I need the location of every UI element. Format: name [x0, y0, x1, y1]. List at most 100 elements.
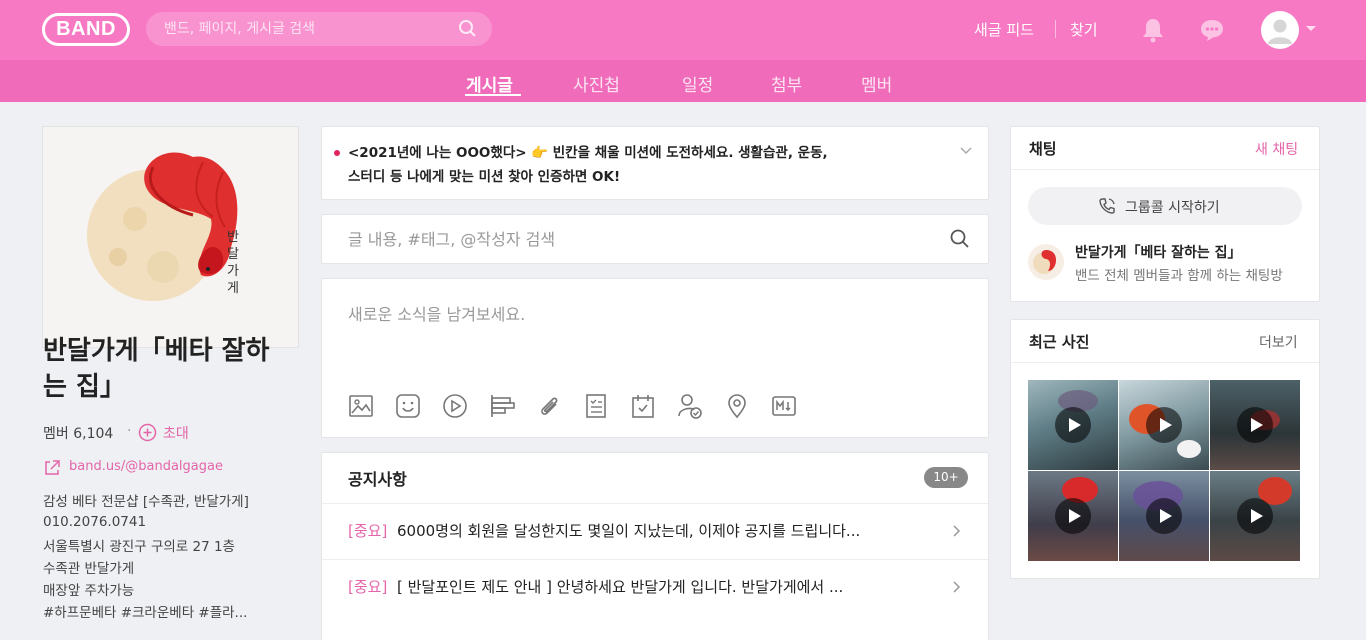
phone-icon: [1099, 198, 1115, 214]
band-title-line: 는 집」: [43, 372, 126, 402]
band-description-line: 010.2076.0741: [43, 514, 147, 530]
calendar-icon[interactable]: [628, 391, 658, 421]
profile-avatar[interactable]: [1261, 11, 1299, 49]
global-search[interactable]: [146, 12, 492, 46]
recent-photos-panel: 최근 사진 더보기: [1010, 319, 1320, 579]
new-feed-link[interactable]: 새글 피드: [974, 19, 1034, 40]
band-description-line: 매장앞 주차가능: [43, 583, 135, 599]
photo-thumbnail[interactable]: [1210, 380, 1300, 470]
photo-thumbnail[interactable]: [1028, 380, 1118, 470]
post-search-box[interactable]: [321, 214, 989, 264]
band-description-line: 서울특별시 광진구 구의로 27 1층: [43, 539, 235, 555]
explore-link[interactable]: 찾기: [1070, 19, 1098, 40]
notice-tag: [중요]: [348, 578, 388, 596]
notice-title: 공지사항: [348, 470, 407, 489]
divider: [1055, 20, 1056, 38]
notice-count-badge[interactable]: 10+: [924, 467, 968, 488]
divider: [1011, 362, 1319, 363]
search-icon[interactable]: [458, 19, 478, 39]
band-logo[interactable]: BAND: [42, 13, 130, 46]
play-icon: [1237, 407, 1273, 443]
betta-fish-illustration: [43, 127, 298, 347]
post-search-input[interactable]: [348, 215, 928, 263]
sticker-icon[interactable]: [393, 391, 423, 421]
play-icon: [1055, 498, 1091, 534]
group-call-button[interactable]: 그룹콜 시작하기: [1028, 187, 1302, 225]
attach-icon[interactable]: [534, 391, 564, 421]
chat-panel-title: 채팅: [1029, 140, 1057, 158]
mission-text-line: <2021년에 나는 OOO했다> 👉 빈칸을 채울 미션에 도전하세요. 생활…: [348, 145, 828, 161]
notice-text: 6000명의 회원을 달성한지도 몇일이 지났는데, 이제야 공지를 드립니다.…: [397, 522, 861, 540]
tab-posts[interactable]: 게시글: [466, 71, 513, 96]
play-icon: [1146, 407, 1182, 443]
global-search-input[interactable]: [164, 12, 444, 46]
notice-card: 공지사항 10+ [중요] 6000명의 회원을 달성한지도 몇일이 지났는데,…: [321, 452, 989, 640]
tab-photos[interactable]: 사진첩: [573, 71, 620, 96]
poll-icon[interactable]: [487, 391, 517, 421]
notice-item[interactable]: [중요] 6000명의 회원을 달성한지도 몇일이 지났는데, 이제야 공지를 …: [322, 503, 988, 559]
chat-room-name[interactable]: 반달가게「베타 잘하는 집」: [1075, 242, 1303, 262]
recent-photos-title: 최근 사진: [1029, 333, 1090, 351]
tab-schedule[interactable]: 일정: [682, 71, 713, 96]
photo-thumbnail[interactable]: [1028, 471, 1118, 561]
member-check-icon[interactable]: [675, 391, 705, 421]
bullet-dot: [334, 150, 340, 156]
cover-caption-char: 게: [227, 281, 239, 296]
cover-caption-char: 가: [227, 264, 239, 279]
tab-bar: 게시글 사진첩 일정 첨부 멤버: [0, 60, 1366, 102]
cover-caption-char: 반: [227, 230, 239, 245]
betta-fish-thumbnail: [1033, 250, 1057, 274]
photo-thumbnail[interactable]: [1119, 471, 1209, 561]
chevron-right-icon: [953, 525, 961, 537]
active-tab-indicator: [465, 94, 521, 96]
cover-caption-char: 달: [227, 247, 239, 262]
member-count[interactable]: 멤버 6,104: [43, 423, 113, 443]
cover-caption: 반 달 가 게: [225, 229, 241, 297]
plus-circle-icon[interactable]: [138, 423, 157, 442]
band-description-line: 수족관 반달가게: [43, 561, 135, 577]
search-icon[interactable]: [950, 229, 970, 249]
notice-item[interactable]: [중요] [ 반달포인트 제도 안내 ] 안녕하세요 반달가게 입니다. 반달가…: [322, 559, 988, 615]
tab-attachments[interactable]: 첨부: [771, 71, 802, 96]
new-chat-button[interactable]: 새 채팅: [1255, 139, 1298, 159]
divider: [1011, 169, 1319, 170]
band-title-line: 반달가게「베타 잘하: [43, 336, 270, 366]
mission-text: <2021년에 나는 OOO했다> 👉 빈칸을 채울 미션에 도전하세요. 생활…: [348, 141, 938, 189]
band-description-line: 감성 베타 전문샵 [수족관, 반달가게]: [43, 494, 249, 510]
chevron-down-icon[interactable]: [1306, 26, 1316, 31]
mission-banner[interactable]: <2021년에 나는 OOO했다> 👉 빈칸을 채울 미션에 도전하세요. 생활…: [321, 126, 989, 200]
video-icon[interactable]: [440, 391, 470, 421]
chevron-down-icon[interactable]: [959, 146, 973, 156]
compose-box[interactable]: 새로운 소식을 남겨보세요.: [321, 278, 989, 438]
mission-text-line: 스터디 등 나에게 맞는 미션 찾아 인증하면 OK!: [348, 169, 621, 185]
notice-text: [ 반달포인트 제도 안내 ] 안녕하세요 반달가게 입니다. 반달가게에서 .…: [397, 578, 844, 596]
photo-thumbnail[interactable]: [1119, 380, 1209, 470]
invite-button[interactable]: 초대: [163, 423, 189, 443]
bell-icon[interactable]: [1141, 17, 1165, 43]
compose-placeholder[interactable]: 새로운 소식을 남겨보세요.: [348, 301, 525, 325]
play-icon: [1055, 407, 1091, 443]
location-icon[interactable]: [722, 391, 752, 421]
photo-thumbnail[interactable]: [1210, 471, 1300, 561]
todo-icon[interactable]: [581, 391, 611, 421]
chat-room-description: 밴드 전체 멤버들과 함께 하는 채팅방: [1075, 268, 1283, 284]
band-description-line: #하프문베타 #크라운베타 #플라...: [43, 605, 248, 621]
group-call-label: 그룹콜 시작하기: [1125, 200, 1220, 216]
chat-bubble-icon[interactable]: [1199, 18, 1225, 42]
play-icon: [1237, 498, 1273, 534]
tab-members[interactable]: 멤버: [861, 71, 892, 96]
play-icon: [1146, 498, 1182, 534]
band-title: 반달가게「베타 잘하 는 집」: [43, 333, 303, 405]
chat-panel: 채팅 새 채팅 그룹콜 시작하기 반달가게「베타 잘하는 집」 밴드 전체 멤버…: [1010, 126, 1320, 302]
more-photos-link[interactable]: 더보기: [1259, 332, 1298, 352]
separator-dot: ·: [127, 423, 132, 439]
user-icon: [1268, 19, 1292, 44]
chat-room-avatar[interactable]: [1028, 244, 1064, 280]
image-icon[interactable]: [346, 391, 376, 421]
band-url[interactable]: band.us/@bandalgagae: [69, 459, 223, 474]
chevron-right-icon: [953, 581, 961, 593]
share-link-icon[interactable]: [43, 459, 61, 477]
notice-tag: [중요]: [348, 522, 388, 540]
band-cover-image[interactable]: 반 달 가 게: [42, 126, 299, 348]
markdown-icon[interactable]: [769, 391, 799, 421]
